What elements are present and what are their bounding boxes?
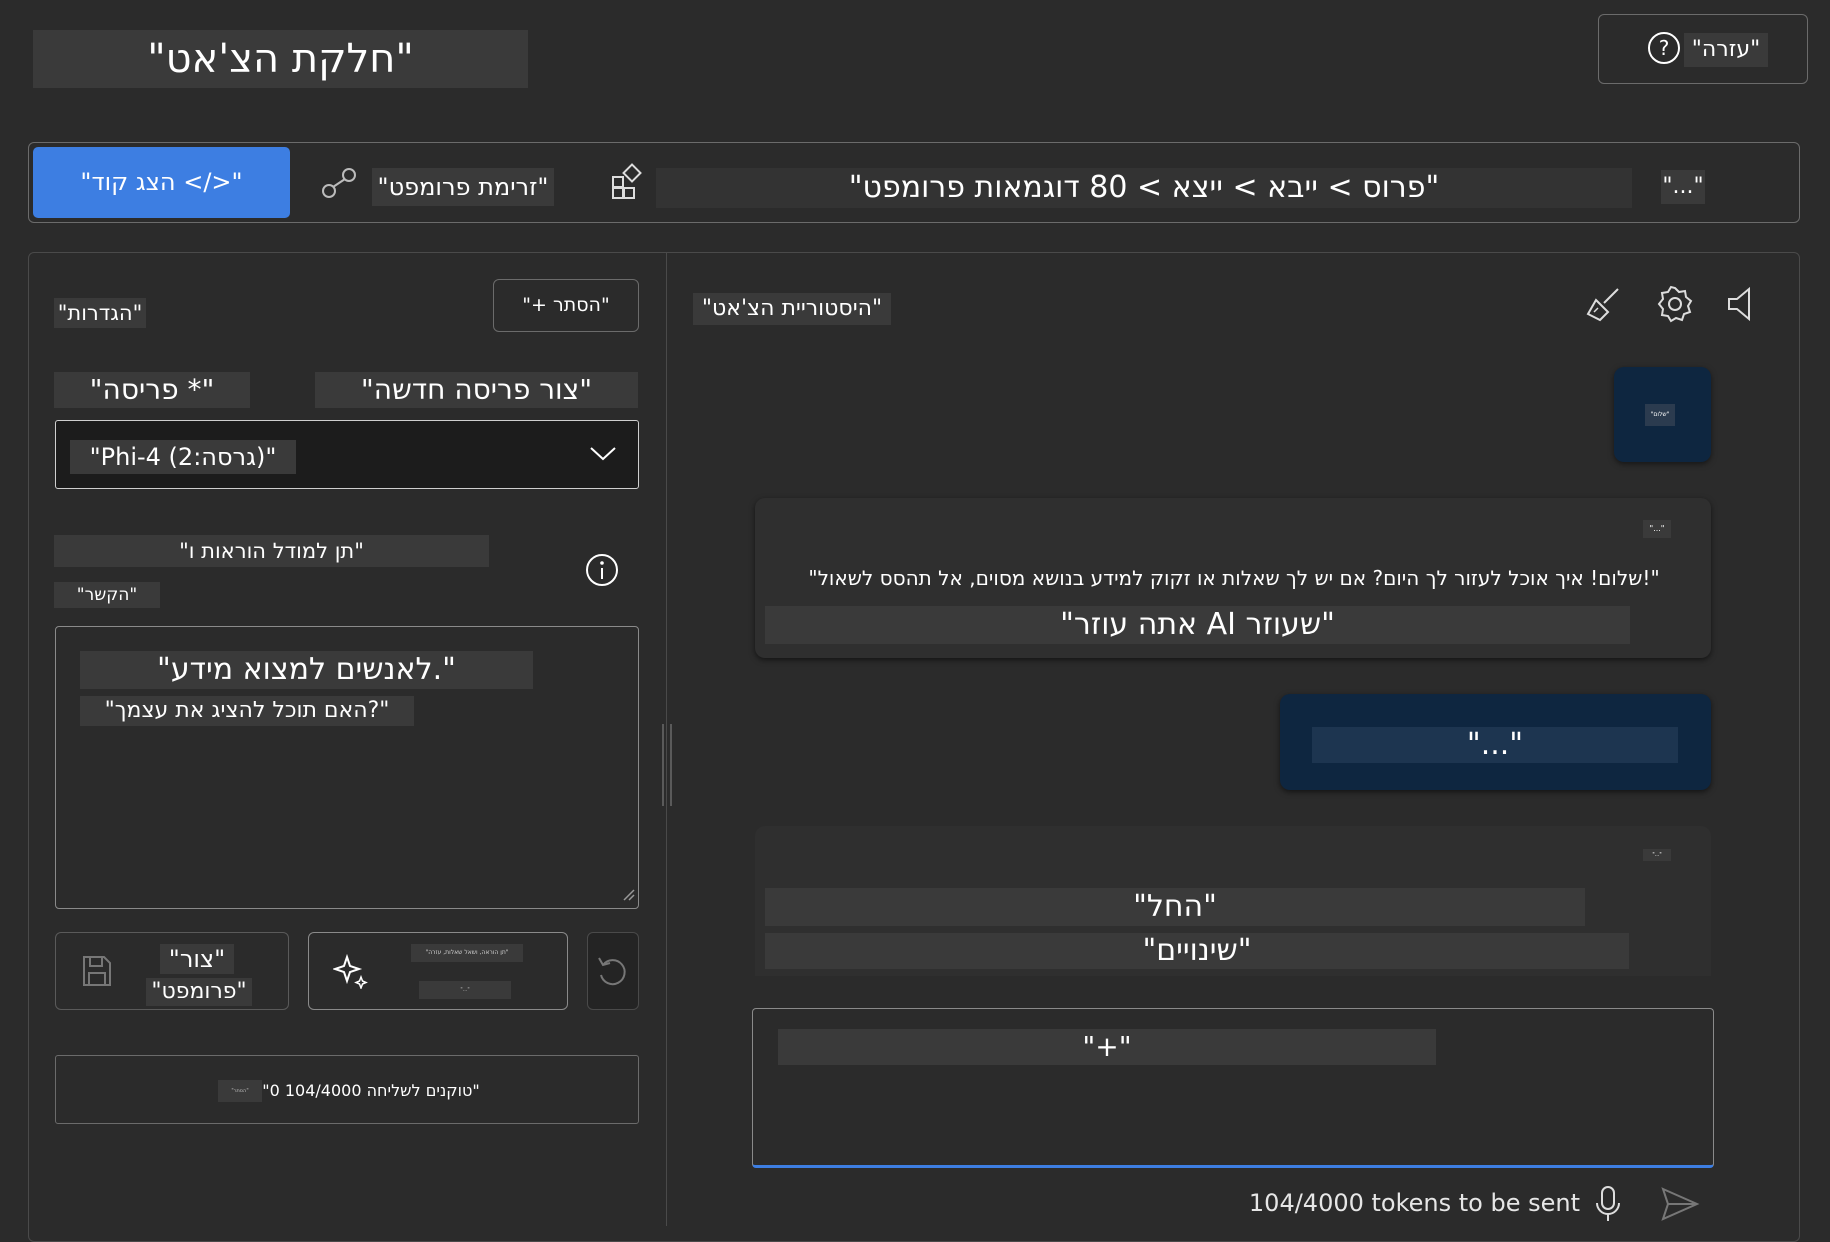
token-count-text: "0 טוקנים לשליחה 104/4000" — [262, 1081, 480, 1100]
chevron-down-icon[interactable] — [588, 441, 618, 465]
save-prompt-label-2[interactable]: "פרומפט" — [146, 978, 252, 1006]
new-persona-link[interactable]: "צור פריסה חדשה" — [315, 372, 638, 408]
breadcrumb[interactable]: "פרוס > ייבא > ייצא > 80 דוגמאות פרומפט" — [656, 168, 1632, 208]
assistant-message-text: "שינויים" — [765, 933, 1629, 969]
save-prompt-label-1[interactable]: "צור" — [160, 944, 234, 974]
token-badge: "הסתר" — [218, 1080, 262, 1102]
send-icon[interactable] — [1660, 1186, 1700, 1222]
help-label[interactable]: "עזרה" — [1684, 33, 1768, 67]
assistant-message-text: "החל" — [765, 888, 1585, 926]
page-title: "חלקת הצ'אט" — [33, 30, 528, 88]
flow-link-icon[interactable] — [320, 166, 358, 200]
speaker-icon[interactable] — [1725, 284, 1759, 324]
question-circle-icon[interactable]: ? — [1646, 30, 1682, 66]
prompt-flow-button[interactable]: "זרימת פרומפט" — [372, 168, 554, 206]
system-message-line-1[interactable]: "לאנשים למצוא מידע." — [80, 651, 533, 689]
improve-prompt-label-1[interactable]: "תן הוראה, ושאל שאלות, עזרה" — [411, 944, 523, 962]
system-message-line-2[interactable]: "האם תוכל להציג את עצמך?" — [80, 696, 414, 726]
chat-input-value[interactable]: "+" — [778, 1029, 1436, 1065]
instructions-label: "תן למודל הוראות ו" — [54, 535, 489, 567]
save-icon[interactable] — [80, 953, 114, 989]
apps-grid-icon[interactable] — [610, 163, 648, 201]
chat-history-title: "היסטוריית הצ'אט" — [693, 293, 891, 325]
assistant-message-text: "שלום! איך אוכל לעזור לך היום? אם יש לך … — [808, 566, 1660, 590]
model-select-value[interactable]: "Phi-4 (2:גרסה)" — [70, 440, 296, 474]
user-message-text: "..." — [1312, 727, 1678, 763]
settings-title: "הגדרות" — [54, 298, 146, 328]
more-button[interactable]: "..." — [1661, 170, 1705, 204]
persona-label: "פריסה *" — [54, 372, 250, 408]
resize-handle[interactable] — [662, 724, 672, 806]
microphone-icon[interactable] — [1593, 1184, 1623, 1224]
user-message-text: "שלום" — [1645, 404, 1675, 426]
sparkle-icon[interactable] — [333, 953, 369, 989]
resize-grip-icon[interactable] — [620, 886, 636, 902]
gear-icon[interactable] — [1655, 284, 1695, 324]
assistant-message-menu[interactable]: "..." — [1643, 520, 1671, 538]
context-label: "הקשר" — [54, 582, 160, 608]
hide-button[interactable]: "+ הסתר" — [493, 279, 639, 332]
improve-prompt-label-2[interactable]: "..." — [419, 981, 511, 999]
assistant-message-text: "אתה עוזר AI שעוזר" — [765, 606, 1630, 644]
chat-token-status: 104/4000 tokens to be sent — [1248, 1189, 1580, 1217]
view-code-button[interactable]: "הצג קוד </>" — [33, 147, 290, 218]
broom-icon[interactable] — [1584, 284, 1624, 324]
info-circle-icon[interactable] — [584, 552, 620, 588]
assistant-message-menu[interactable]: "..." — [1643, 849, 1671, 861]
undo-icon[interactable] — [594, 953, 630, 989]
svg-text:?: ? — [1659, 36, 1670, 60]
